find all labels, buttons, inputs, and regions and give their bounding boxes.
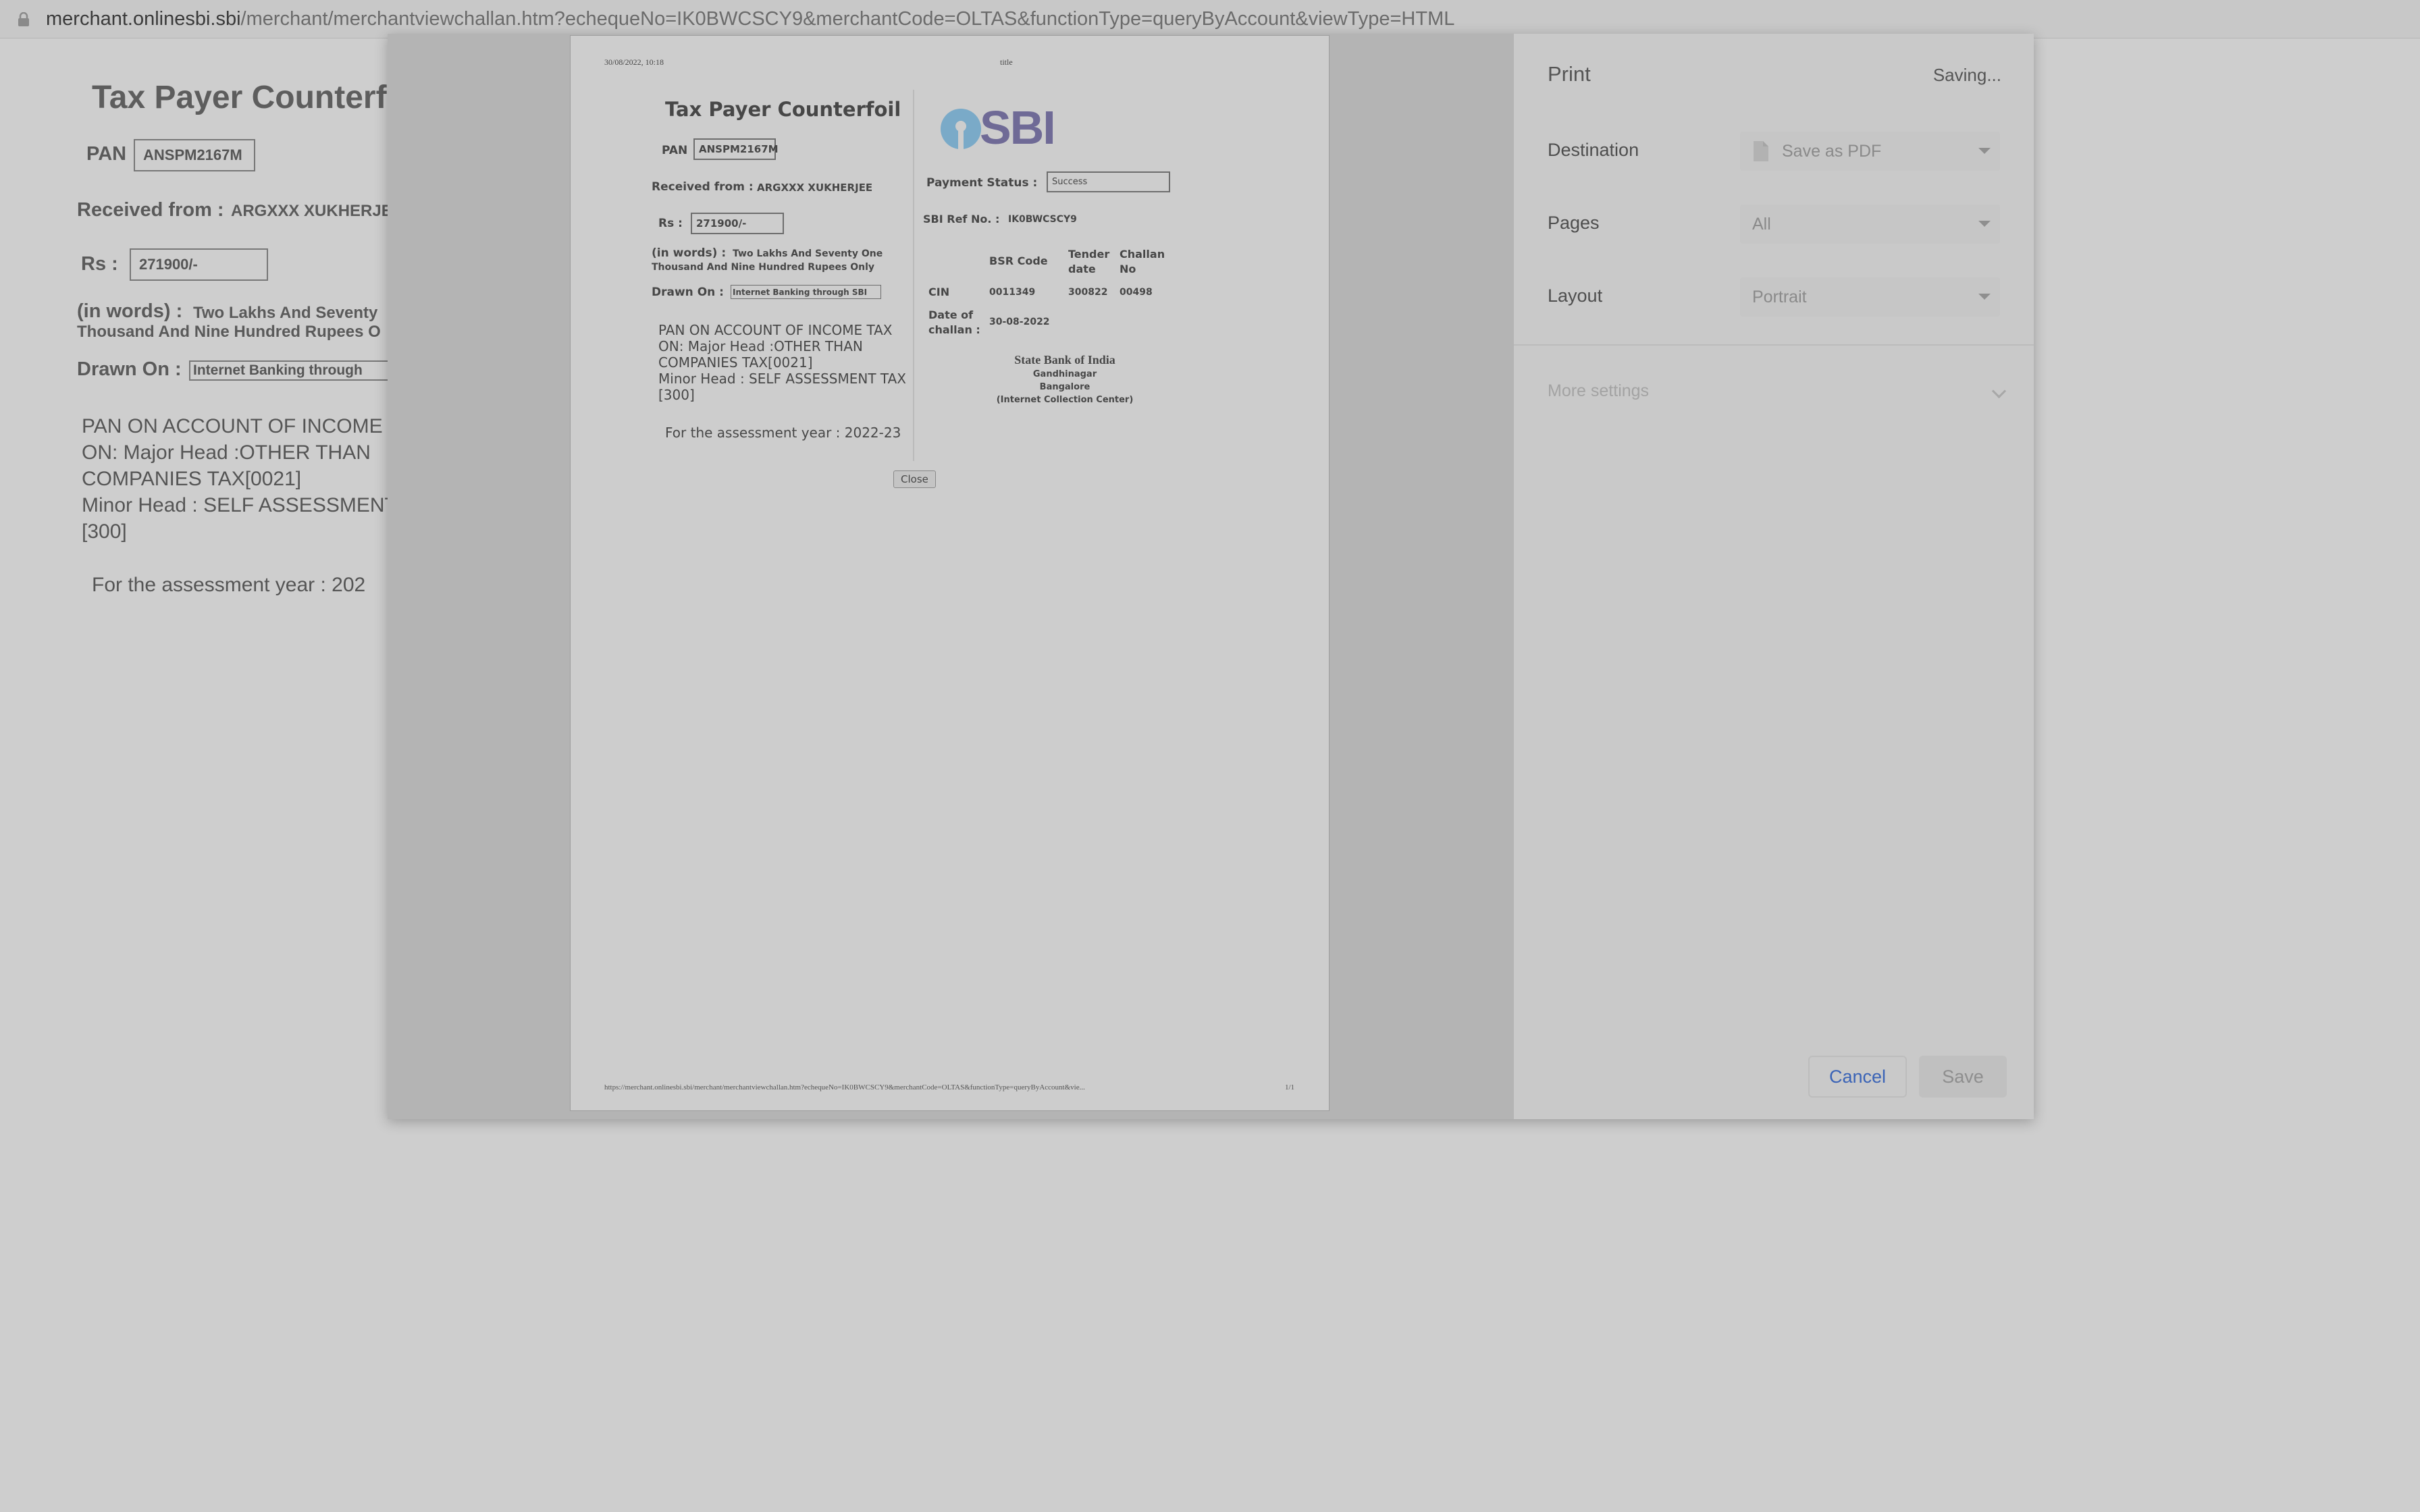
preview-rs-value: 271900/- (691, 213, 784, 234)
preview-drawn-label: Drawn On : (652, 286, 724, 299)
preview-drawn-value: Internet Banking through SBI (731, 285, 881, 299)
layout-value: Portrait (1752, 287, 1807, 306)
pan-value: ANSPM2167M (134, 139, 255, 171)
page-title: Tax Payer Counterf (92, 80, 387, 115)
col-tender-2: date (1068, 263, 1096, 275)
col-tender-1: Tender (1068, 248, 1110, 261)
preview-account-line-2: ON: Major Head :OTHER THAN (658, 338, 863, 354)
date-of-challan-label-1: Date of (928, 308, 974, 321)
date-of-challan-value: 30-08-2022 (989, 317, 1050, 327)
preview-account-line-5: [300] (658, 387, 695, 403)
cancel-button[interactable]: Cancel (1808, 1056, 1907, 1098)
preview-footer-url: https://merchant.onlinesbi.sbi/merchant/… (604, 1083, 1085, 1091)
sbi-logo-text: SBI (980, 101, 1056, 154)
sbi-logo-icon (941, 109, 981, 149)
sbi-logo: SBI (935, 101, 1070, 157)
branch-name: Gandhinagar (1032, 369, 1097, 379)
lock-icon (18, 12, 29, 26)
more-settings[interactable]: More settings (1548, 381, 1649, 401)
layout-select[interactable]: Portrait (1740, 277, 2000, 317)
preview-footer-page: 1/1 (1285, 1083, 1295, 1091)
assessment-year: For the assessment year : 202 (92, 574, 366, 596)
save-button[interactable]: Save (1919, 1056, 2007, 1098)
settings-divider (1514, 344, 2034, 346)
url-path: /merchant/merchantviewchallan.htm?echequ… (240, 8, 1455, 30)
account-line-5: [300] (82, 520, 127, 543)
rs-label: Rs : (81, 253, 118, 275)
preview-column-divider (913, 90, 914, 461)
col-bsr-code: BSR Code (989, 254, 1048, 267)
pan-label: PAN (86, 143, 127, 165)
url-text[interactable]: merchant.onlinesbi.sbi/merchant/merchant… (46, 7, 1454, 31)
account-line-4: Minor Head : SELF ASSESSMENT (82, 494, 397, 516)
drawn-value: Internet Banking through (189, 360, 392, 381)
file-icon (1754, 141, 1768, 161)
account-line-1: PAN ON ACCOUNT OF INCOME (82, 415, 383, 437)
print-settings-panel: Print Saving... Destination Save as PDF … (1514, 34, 2034, 1119)
date-of-challan-label-2: challan : (928, 323, 980, 336)
account-line-2: ON: Major Head :OTHER THAN (82, 441, 371, 464)
preview-received-label: Received from : (652, 180, 754, 194)
preview-header-date: 30/08/2022, 10:18 (604, 57, 664, 67)
preview-page: 30/08/2022, 10:18 title Tax Payer Counte… (570, 35, 1330, 1111)
preview-title: Tax Payer Counterfoil (665, 98, 901, 121)
words-line1: Two Lakhs And Seventy (193, 304, 378, 322)
account-line-3: COMPANIES TAX[0021] (82, 468, 302, 490)
destination-label: Destination (1548, 140, 1639, 160)
preview-pan-value: ANSPM2167M (693, 138, 779, 160)
bank-name: State Bank of India (1014, 353, 1115, 367)
received-value: ARGXXX XUKHERJE (231, 202, 392, 220)
preview-account-line-1: PAN ON ACCOUNT OF INCOME TAX (658, 322, 893, 338)
col-challan-2: No (1120, 263, 1136, 275)
col-challan-1: Challan (1120, 248, 1165, 261)
branch-city: Bangalore (1039, 382, 1090, 392)
tender-date-value: 300822 (1068, 287, 1108, 298)
preview-header-title: title (1000, 57, 1013, 67)
saving-status: Saving... (1932, 65, 2001, 85)
preview-account-line-3: COMPANIES TAX[0021] (658, 354, 813, 371)
preview-rs-label: Rs : (658, 217, 683, 230)
payment-status-value: Success (1047, 171, 1170, 192)
cin-label: CIN (928, 286, 950, 298)
chevron-down-icon[interactable] (1991, 383, 2007, 399)
preview-words-line1: Two Lakhs And Seventy One (733, 248, 883, 259)
payment-status-label: Payment Status : (926, 176, 1038, 190)
preview-account-line-4: Minor Head : SELF ASSESSMENT TAX (658, 371, 906, 387)
preview-words-line2: Thousand And Nine Hundred Rupees Only (652, 262, 875, 273)
sbi-ref-value: IK0BWCSCY9 (1008, 214, 1077, 225)
drawn-label: Drawn On : (77, 358, 182, 380)
pages-select[interactable]: All (1740, 205, 2000, 244)
print-title: Print (1548, 62, 1591, 86)
preview-words-label: (in words) : (652, 246, 727, 260)
preview-close-button: Close (893, 470, 936, 488)
pages-label: Pages (1548, 213, 1600, 233)
print-preview-area: 30/08/2022, 10:18 title Tax Payer Counte… (388, 34, 1514, 1119)
pages-value: All (1752, 214, 1771, 234)
sbi-ref-label: SBI Ref No. : (923, 213, 1000, 225)
chevron-down-icon (1978, 294, 1991, 300)
layout-label: Layout (1548, 286, 1603, 306)
chevron-down-icon (1978, 221, 1991, 227)
address-bar[interactable]: merchant.onlinesbi.sbi/merchant/merchant… (0, 0, 2420, 38)
challan-no-value: 00498 (1120, 287, 1153, 298)
preview-received-value: ARGXXX XUKHERJEE (757, 182, 873, 194)
destination-value: Save as PDF (1782, 141, 1882, 161)
preview-pan-label: PAN (662, 144, 688, 157)
received-label: Received from : (77, 199, 224, 221)
destination-select[interactable]: Save as PDF (1740, 132, 2000, 171)
rs-value: 271900/- (130, 248, 268, 281)
url-host: merchant.onlinesbi.sbi (46, 8, 241, 30)
print-dialog: 30/08/2022, 10:18 title Tax Payer Counte… (388, 34, 2034, 1119)
words-label: (in words) : (77, 300, 183, 322)
preview-assessment-year: For the assessment year : 2022-23 (665, 425, 901, 441)
chevron-down-icon (1978, 148, 1991, 154)
words-line2: Thousand And Nine Hundred Rupees O (77, 323, 381, 341)
bsr-value: 0011349 (989, 287, 1036, 298)
collection-center: (Internet Collection Center) (996, 395, 1134, 405)
